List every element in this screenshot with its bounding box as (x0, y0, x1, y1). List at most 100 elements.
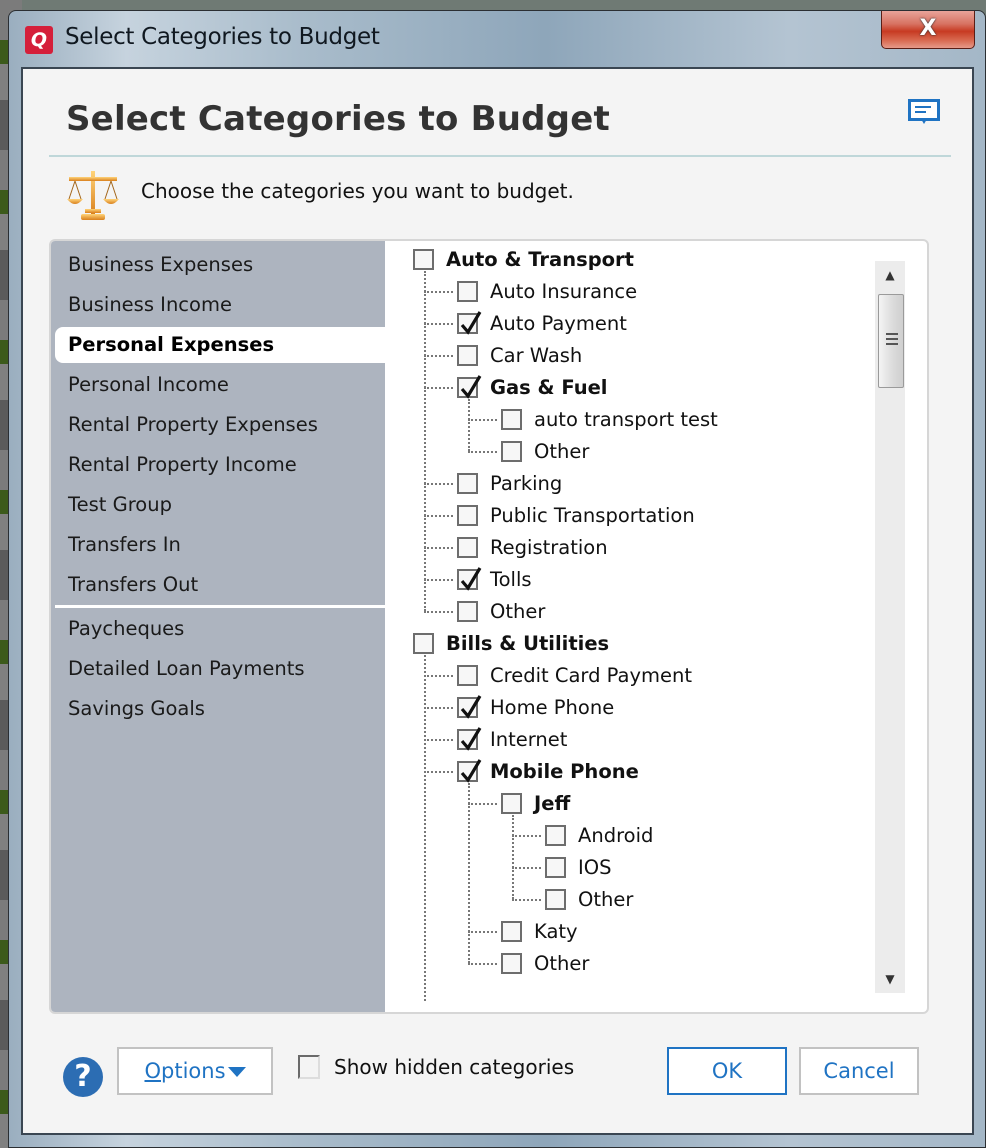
tree-connector (468, 451, 497, 453)
tree-row[interactable]: Bills & Utilities (413, 627, 609, 659)
checkbox[interactable] (501, 920, 522, 942)
tree-row[interactable]: Gas & Fuel (457, 371, 608, 403)
tree-row[interactable]: Credit Card Payment (457, 659, 692, 691)
tree-row[interactable]: Auto Payment (457, 307, 627, 339)
sidebar-item-savings-goals[interactable]: Savings Goals (55, 691, 385, 727)
tree-scrollbar[interactable]: ▲ ▼ (875, 261, 905, 993)
checkbox[interactable] (457, 536, 478, 558)
tree-connector (468, 783, 470, 963)
close-button[interactable]: X (881, 11, 975, 49)
checkbox[interactable] (413, 248, 434, 270)
checkbox-checked[interactable] (457, 726, 482, 751)
scroll-down-arrow-icon[interactable]: ▼ (875, 965, 905, 993)
tree-connector (468, 419, 497, 421)
tree-row-label: Car Wash (490, 343, 583, 367)
checkbox[interactable] (457, 280, 478, 302)
scroll-up-arrow-icon[interactable]: ▲ (875, 261, 905, 289)
checkbox[interactable] (501, 408, 522, 430)
tree-row-label: Registration (490, 535, 608, 559)
tree-row[interactable]: Android (545, 819, 653, 851)
sidebar-item-business-expenses[interactable]: Business Expenses (55, 247, 385, 283)
checkbox[interactable] (501, 952, 522, 974)
sidebar-item-paycheques[interactable]: Paycheques (55, 611, 385, 647)
sidebar-item-personal-expenses[interactable]: Personal Expenses (55, 327, 385, 363)
tree-row[interactable]: Parking (457, 467, 562, 499)
options-button[interactable]: Options (117, 1047, 273, 1095)
checkbox-checked[interactable] (457, 758, 482, 783)
show-hidden-label: Show hidden categories (334, 1055, 575, 1079)
grip-icon (886, 343, 898, 345)
checkbox-checked[interactable] (457, 694, 482, 719)
tree-row[interactable]: Auto Insurance (457, 275, 637, 307)
tree-connector (512, 899, 541, 901)
tree-connector (424, 323, 453, 325)
tree-row-label: Auto Insurance (490, 279, 638, 303)
close-icon: X (919, 16, 937, 41)
tree-row-label: Other (578, 887, 634, 911)
tree-row[interactable]: Internet (457, 723, 567, 755)
tree-row[interactable]: Public Transportation (457, 499, 695, 531)
tree-row[interactable]: Mobile Phone (457, 755, 639, 787)
tree-connector (424, 611, 453, 613)
heading-divider (49, 155, 951, 157)
help-icon[interactable]: ? (63, 1057, 103, 1097)
instruction-text: Choose the categories you want to budget… (141, 179, 574, 203)
checkbox[interactable] (545, 856, 566, 878)
cancel-button[interactable]: Cancel (799, 1047, 919, 1095)
show-hidden-checkbox[interactable] (298, 1055, 320, 1079)
tree-row-label: Jeff (534, 791, 571, 815)
tree-connector (424, 355, 453, 357)
checkbox[interactable] (457, 600, 478, 622)
tree-row[interactable]: IOS (545, 851, 611, 883)
scroll-thumb[interactable] (878, 294, 904, 388)
feedback-icon[interactable] (908, 99, 940, 127)
tree-row-label: Auto & Transport (446, 247, 634, 271)
sidebar-item-detailed-loan-payments[interactable]: Detailed Loan Payments (55, 651, 385, 687)
tree-connector (512, 815, 514, 899)
checkbox[interactable] (501, 792, 522, 814)
tree-row[interactable]: Other (545, 883, 633, 915)
tree-row[interactable]: Other (501, 435, 589, 467)
checkbox[interactable] (545, 888, 566, 910)
checkbox[interactable] (457, 472, 478, 494)
checkbox-checked[interactable] (457, 374, 482, 399)
tree-row-label: Other (534, 951, 590, 975)
tree-row[interactable]: Registration (457, 531, 608, 563)
checkbox[interactable] (457, 344, 478, 366)
tree-row[interactable]: Other (501, 947, 589, 979)
tree-connector (512, 835, 541, 837)
sidebar-item-rental-property-income[interactable]: Rental Property Income (55, 447, 385, 483)
tree-connector (424, 483, 453, 485)
checkbox[interactable] (501, 440, 522, 462)
checkbox[interactable] (545, 824, 566, 846)
sidebar-item-rental-property-expenses[interactable]: Rental Property Expenses (55, 407, 385, 443)
tree-row-label: Android (578, 823, 654, 847)
tree-row[interactable]: Home Phone (457, 691, 614, 723)
tree-row-label: Parking (490, 471, 563, 495)
checkbox[interactable] (457, 664, 478, 686)
tree-row[interactable]: Tolls (457, 563, 532, 595)
tree-row[interactable]: Car Wash (457, 339, 582, 371)
tree-row-label: Home Phone (490, 695, 615, 719)
tree-row[interactable]: Auto & Transport (413, 243, 634, 275)
tree-connector (424, 547, 453, 549)
sidebar-item-personal-income[interactable]: Personal Income (55, 367, 385, 403)
tree-connector (424, 739, 453, 741)
category-group-list: Business Expenses Business Income Person… (51, 241, 385, 1012)
sidebar-item-transfers-in[interactable]: Transfers In (55, 527, 385, 563)
show-hidden-categories-toggle[interactable]: Show hidden categories (298, 1055, 574, 1079)
checkbox-checked[interactable] (457, 566, 482, 591)
checkbox[interactable] (457, 504, 478, 526)
checkbox-checked[interactable] (457, 310, 482, 335)
tree-connector (424, 291, 453, 293)
tree-row[interactable]: auto transport test (501, 403, 718, 435)
title-bar[interactable]: Q Select Categories to Budget X (9, 11, 985, 66)
tree-row[interactable]: Katy (501, 915, 578, 947)
ok-button[interactable]: OK (667, 1047, 787, 1095)
sidebar-item-transfers-out[interactable]: Transfers Out (55, 567, 385, 603)
checkbox[interactable] (413, 632, 434, 654)
sidebar-item-test-group[interactable]: Test Group (55, 487, 385, 523)
tree-connector (424, 579, 453, 581)
sidebar-item-business-income[interactable]: Business Income (55, 287, 385, 323)
tree-row[interactable]: Other (457, 595, 545, 627)
